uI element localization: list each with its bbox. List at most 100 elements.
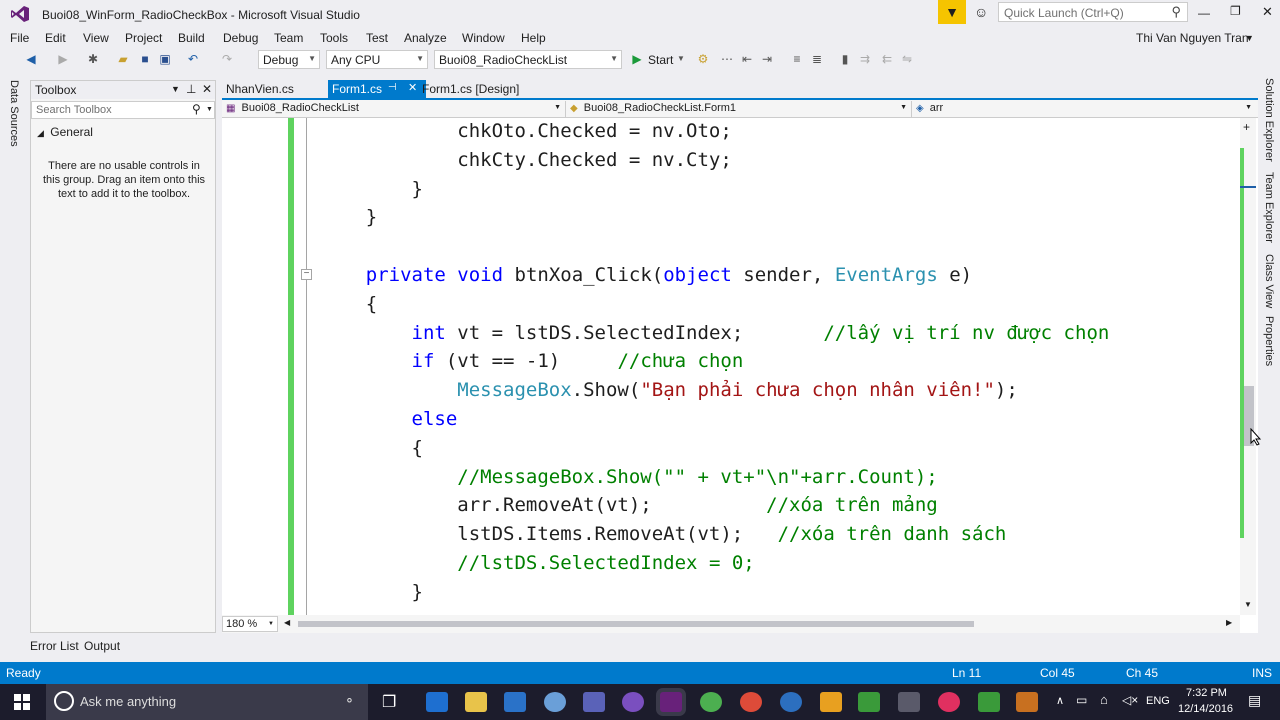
task-view-icon[interactable]: ❐ bbox=[382, 692, 396, 712]
feedback-smiley-icon[interactable]: ☺ bbox=[974, 4, 988, 20]
team-explorer-tab[interactable]: Team Explorer bbox=[1263, 172, 1275, 243]
save-icon[interactable]: ■ bbox=[138, 52, 152, 66]
code-line[interactable]: chkOto.Checked = nv.Oto; bbox=[320, 120, 732, 142]
step-icon[interactable]: ⋯ bbox=[720, 52, 734, 66]
code-line[interactable]: lstDS.Items.RemoveAt(vt); //xóa trên dan… bbox=[320, 523, 1006, 545]
pin-icon[interactable]: ⊣ bbox=[388, 82, 397, 93]
network-app-icon[interactable] bbox=[780, 692, 802, 712]
start-dropdown-icon[interactable]: ▼ bbox=[674, 52, 688, 66]
bookmark-toggle-icon[interactable]: ⇋ bbox=[900, 52, 914, 66]
close-icon[interactable]: ✕ bbox=[202, 82, 212, 96]
back-icon[interactable]: ◀ bbox=[24, 52, 38, 66]
properties-tab[interactable]: Properties bbox=[1263, 316, 1275, 366]
startup-project-select[interactable]: Buoi08_RadioCheckList ▼ bbox=[434, 50, 622, 69]
code-line[interactable]: int vt = lstDS.SelectedIndex; //lấy vị t… bbox=[320, 322, 1110, 344]
vertical-scrollbar[interactable]: + ▼ bbox=[1240, 118, 1256, 615]
chevron-down-icon[interactable]: ▼ bbox=[206, 106, 213, 113]
code-line[interactable]: { bbox=[320, 437, 423, 459]
forward-icon[interactable]: ▶ bbox=[56, 52, 70, 66]
cube-app-icon[interactable] bbox=[898, 692, 920, 712]
code-line[interactable]: MessageBox.Show("Bạn phải chưa chọn nhân… bbox=[320, 379, 1018, 401]
start-button[interactable]: Start bbox=[648, 53, 673, 67]
horizontal-scroll-thumb[interactable] bbox=[298, 621, 974, 627]
action-center-icon[interactable]: ▤ bbox=[1248, 692, 1261, 709]
menu-edit[interactable]: Edit bbox=[45, 31, 66, 45]
menu-debug[interactable]: Debug bbox=[223, 31, 258, 45]
project-nav-select[interactable]: ▦ Buoi08_RadioCheckList ▼ bbox=[222, 101, 566, 118]
browser-link-icon[interactable]: ⚙ bbox=[696, 52, 710, 66]
zoom-select[interactable]: 180 % ▼ bbox=[222, 616, 278, 632]
scroll-right-icon[interactable]: ▶ bbox=[1226, 618, 1232, 627]
panel-menu-icon[interactable]: ▼ bbox=[171, 84, 180, 94]
menu-file[interactable]: File bbox=[10, 31, 29, 45]
code-editor[interactable]: − chkOto.Checked = nv.Oto; chkCty.Checke… bbox=[222, 118, 1240, 615]
menu-tools[interactable]: Tools bbox=[320, 31, 348, 45]
code-line[interactable]: chkCty.Checked = nv.Cty; bbox=[320, 149, 732, 171]
windows-start-icon[interactable] bbox=[14, 694, 30, 710]
save-all-icon[interactable]: ▣ bbox=[158, 52, 172, 66]
start-icon[interactable]: ▶ bbox=[630, 52, 644, 66]
microphone-icon[interactable]: ⚬ bbox=[344, 693, 355, 709]
edge-icon[interactable] bbox=[426, 692, 448, 712]
code-line[interactable]: if (vt == -1) //chưa chọn bbox=[320, 350, 744, 372]
split-icon[interactable]: + bbox=[1243, 120, 1250, 134]
cortana-search-box[interactable]: Ask me anything ⚬ bbox=[46, 684, 368, 720]
code-line[interactable]: { bbox=[320, 293, 377, 315]
bookmark-icon[interactable]: ▮ bbox=[838, 52, 852, 66]
tab-nhanvien-cs[interactable]: NhanVien.cs bbox=[222, 80, 298, 98]
code-line[interactable]: } bbox=[320, 581, 423, 603]
code-line[interactable]: //lstDS.SelectedIndex = 0; bbox=[320, 552, 754, 574]
capture-app-icon[interactable] bbox=[978, 692, 1000, 712]
camtasia-icon[interactable] bbox=[858, 692, 880, 712]
bookmark-nav-icon[interactable]: ⇉ bbox=[858, 52, 872, 66]
menu-build[interactable]: Build bbox=[178, 31, 205, 45]
menu-view[interactable]: View bbox=[83, 31, 109, 45]
chrome-icon[interactable] bbox=[740, 692, 762, 712]
bookmark-clear-icon[interactable]: ⇇ bbox=[880, 52, 894, 66]
tray-overflow-icon[interactable]: ∧ bbox=[1056, 694, 1064, 707]
file-explorer-icon[interactable] bbox=[465, 692, 487, 712]
code-line[interactable]: else bbox=[320, 408, 458, 430]
menu-team[interactable]: Team bbox=[274, 31, 303, 45]
code-line[interactable]: arr.RemoveAt(vt); //xóa trên mảng bbox=[320, 494, 937, 516]
photo-app-icon[interactable] bbox=[820, 692, 842, 712]
tab-form1-design[interactable]: Form1.cs [Design] bbox=[418, 80, 523, 98]
menu-help[interactable]: Help bbox=[521, 31, 546, 45]
open-file-icon[interactable]: ▰ bbox=[116, 52, 130, 66]
close-icon[interactable]: ✕ bbox=[408, 81, 417, 94]
class-nav-select[interactable]: ◆ Buoi08_RadioCheckList.Form1 ▼ bbox=[566, 101, 912, 118]
solution-config-select[interactable]: Debug ▼ bbox=[258, 50, 320, 69]
solution-explorer-tab[interactable]: Solution Explorer bbox=[1263, 78, 1275, 162]
code-line[interactable]: } bbox=[320, 178, 423, 200]
pin-icon[interactable]: ⊥ bbox=[186, 82, 196, 96]
uncomment-icon[interactable]: ≣ bbox=[810, 52, 824, 66]
network-icon[interactable]: ⌂ bbox=[1100, 692, 1108, 707]
menu-project[interactable]: Project bbox=[125, 31, 162, 45]
tab-form1-cs[interactable]: Form1.cs ⊣ ✕ bbox=[328, 80, 426, 98]
code-line[interactable]: } bbox=[320, 206, 377, 228]
platform-select[interactable]: Any CPU ▼ bbox=[326, 50, 428, 69]
maximize-button[interactable]: ❐ bbox=[1230, 4, 1241, 18]
viber-icon[interactable] bbox=[622, 692, 644, 712]
menu-window[interactable]: Window bbox=[462, 31, 505, 45]
member-nav-select[interactable]: ◈ arr ▼ bbox=[912, 101, 1256, 118]
close-button[interactable]: ✕ bbox=[1262, 4, 1273, 20]
menu-analyze[interactable]: Analyze bbox=[404, 31, 447, 45]
output-tab[interactable]: Output bbox=[84, 639, 120, 653]
user-dropdown-icon[interactable]: ▼ bbox=[1245, 33, 1254, 43]
redo-icon[interactable]: ↷ bbox=[220, 52, 234, 66]
bookmark-next-icon[interactable]: ⇥ bbox=[760, 52, 774, 66]
language-indicator[interactable]: ENG bbox=[1146, 695, 1170, 707]
floppy-app-icon[interactable] bbox=[583, 692, 605, 712]
data-sources-tab[interactable]: Data Sources bbox=[8, 80, 20, 147]
tray-app-icon[interactable]: ▭ bbox=[1076, 693, 1087, 707]
globe-app-icon[interactable] bbox=[544, 692, 566, 712]
user-name[interactable]: Thi Van Nguyen Tran bbox=[1136, 31, 1249, 45]
store-icon[interactable] bbox=[504, 692, 526, 712]
clock-date[interactable]: 12/14/2016 bbox=[1178, 703, 1233, 715]
new-project-icon[interactable]: ✱ bbox=[86, 52, 100, 66]
scroll-down-icon[interactable]: ▼ bbox=[1244, 600, 1252, 609]
toolbox-search-input[interactable]: Search Toolbox ⚲ ▼ bbox=[31, 101, 215, 119]
code-line[interactable]: private void btnXoa_Click(object sender,… bbox=[320, 264, 972, 286]
comment-icon[interactable]: ≡ bbox=[790, 52, 804, 66]
